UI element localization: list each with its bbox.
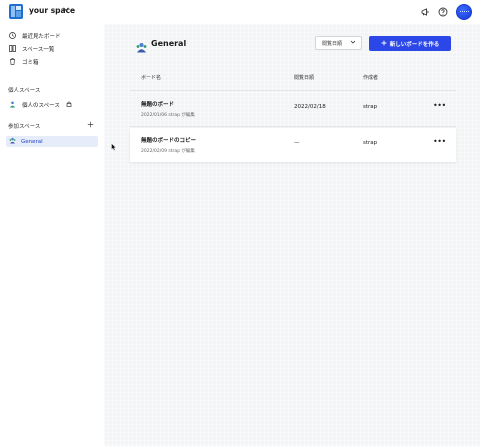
mouse-cursor-icon bbox=[111, 136, 117, 151]
table-row[interactable]: 無題のボードのコピー 2022/02/09 strap が編集 — strap … bbox=[130, 128, 456, 162]
user-avatar[interactable] bbox=[456, 4, 472, 20]
sidebar-item-label: General bbox=[21, 138, 43, 145]
personal-section-title: 個人スペース bbox=[8, 88, 41, 94]
team-icon bbox=[9, 137, 16, 146]
sort-select-value: 閲覧日順 bbox=[322, 40, 343, 47]
team-icon bbox=[136, 38, 147, 53]
sidebar-item-label: ゴミ箱 bbox=[22, 59, 39, 66]
board-author: strap bbox=[363, 140, 378, 146]
board-viewed-date: 2022/02/18 bbox=[294, 104, 326, 110]
main-content bbox=[104, 24, 480, 446]
sidebar-item-personal-space[interactable]: 個人のスペース bbox=[9, 99, 72, 110]
more-options-icon[interactable]: ••• bbox=[433, 137, 446, 146]
sidebar-item-label: 個人のスペース bbox=[22, 102, 60, 109]
clock-icon bbox=[9, 32, 16, 39]
columns-icon bbox=[9, 45, 16, 52]
sidebar-item-general[interactable]: General bbox=[6, 136, 98, 147]
board-edit-info: 2022/02/09 strap が編集 bbox=[141, 149, 195, 154]
app-logo-icon[interactable] bbox=[9, 4, 23, 19]
joined-section-title: 参加スペース bbox=[8, 124, 41, 130]
trash-icon bbox=[9, 58, 16, 65]
sidebar-item-trash[interactable]: ゴミ箱 bbox=[9, 56, 39, 67]
table-row[interactable]: 無題のボード 2022/01/06 strap が編集 2022/02/18 s… bbox=[130, 92, 456, 126]
create-board-button[interactable]: 新しいボードを作る bbox=[369, 36, 451, 51]
column-header-name[interactable]: ボード名 bbox=[141, 74, 161, 81]
column-header-viewed[interactable]: 閲覧日順 bbox=[294, 74, 314, 81]
more-options-icon[interactable]: ••• bbox=[433, 101, 446, 110]
board-title[interactable]: 無題のボードのコピー bbox=[141, 136, 196, 144]
sidebar-item-label: 最近見たボード bbox=[22, 33, 61, 40]
page-title: General bbox=[151, 39, 187, 48]
lock-icon bbox=[66, 101, 72, 109]
sidebar-item-spaces[interactable]: スペース一覧 bbox=[9, 43, 54, 54]
sidebar-item-label: スペース一覧 bbox=[22, 46, 55, 53]
person-space-icon bbox=[9, 101, 16, 108]
divider bbox=[130, 126, 456, 127]
sort-select[interactable]: 閲覧日順 bbox=[315, 36, 362, 50]
chevron-down-icon bbox=[350, 39, 356, 47]
board-author: strap bbox=[363, 104, 378, 110]
announcement-icon[interactable] bbox=[419, 6, 430, 17]
top-bar: your space bbox=[0, 0, 480, 24]
chevron-down-icon[interactable] bbox=[62, 5, 70, 15]
add-space-icon[interactable] bbox=[87, 121, 94, 130]
board-title[interactable]: 無題のボード bbox=[141, 100, 174, 108]
column-header-author[interactable]: 作成者 bbox=[363, 74, 378, 81]
board-viewed-date: — bbox=[294, 140, 300, 146]
plus-icon bbox=[381, 40, 387, 48]
create-board-button-label: 新しいボードを作る bbox=[389, 41, 440, 48]
board-edit-info: 2022/01/06 strap が編集 bbox=[141, 113, 195, 118]
divider bbox=[130, 90, 456, 91]
help-icon[interactable] bbox=[437, 6, 448, 17]
sidebar-item-recent[interactable]: 最近見たボード bbox=[9, 30, 61, 41]
